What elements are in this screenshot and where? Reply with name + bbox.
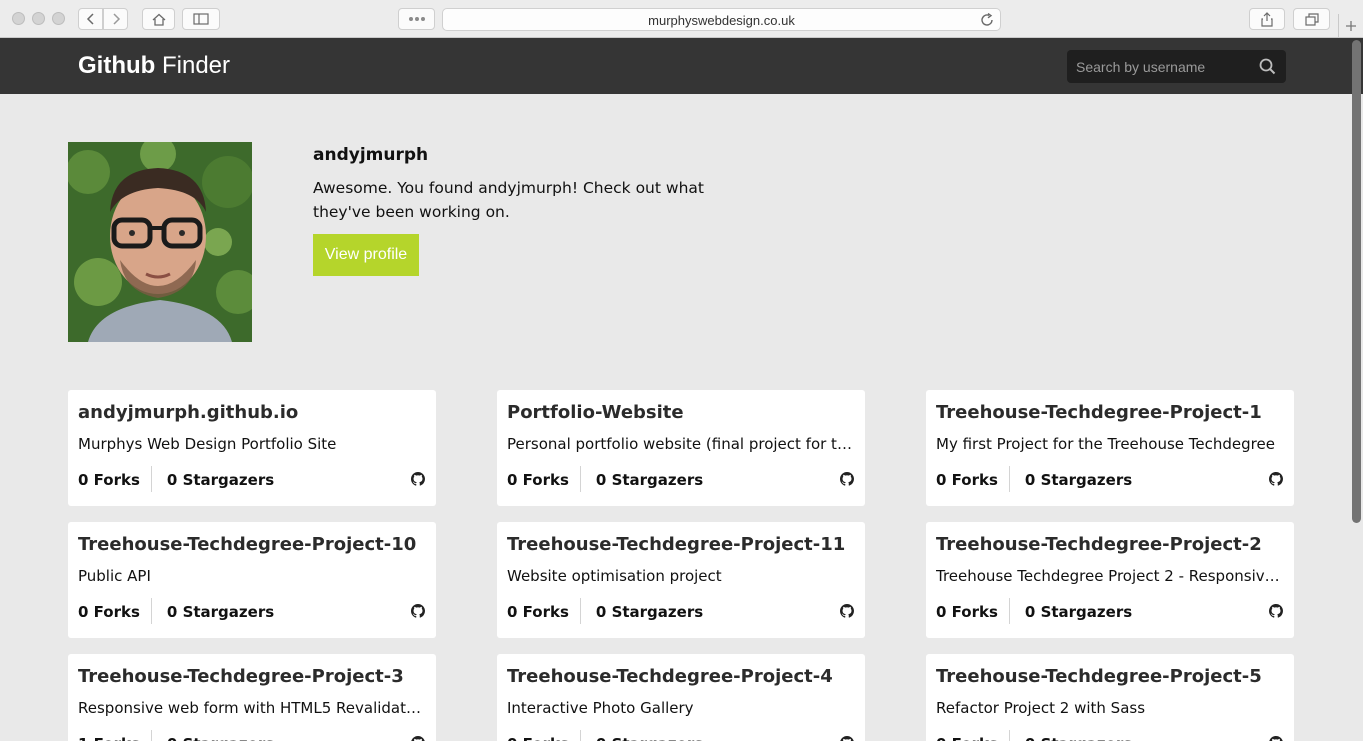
repo-stats: 0 Forks 0 Stargazers bbox=[936, 598, 1133, 624]
window-close-button[interactable] bbox=[12, 12, 25, 25]
brand-light: Finder bbox=[161, 52, 231, 79]
github-icon[interactable] bbox=[411, 735, 425, 741]
plus-icon bbox=[1345, 17, 1357, 36]
repo-name[interactable]: Treehouse-Techdegree-Project-5 bbox=[936, 666, 1262, 687]
repo-stargazers: 0 Stargazers bbox=[581, 735, 703, 741]
repo-stargazers: 0 Stargazers bbox=[152, 735, 274, 741]
repo-stargazers: 0 Stargazers bbox=[1024, 471, 1133, 489]
repo-stargazers: 0 Stargazers bbox=[166, 471, 275, 489]
repo-stats: 0 Forks0 Stargazers bbox=[936, 730, 1132, 741]
share-button[interactable] bbox=[1249, 8, 1285, 30]
repo-stats: 0 Forks 0 Stargazers bbox=[936, 466, 1133, 492]
brand-bold: Github bbox=[78, 52, 156, 79]
back-icon bbox=[86, 13, 96, 25]
repo-name[interactable]: Treehouse-Techdegree-Project-10 bbox=[78, 534, 416, 555]
repo-description: Personal portfolio website (final projec… bbox=[507, 435, 853, 453]
home-icon bbox=[152, 13, 166, 26]
repo-description: Treehouse Techdegree Project 2 - Respons… bbox=[936, 567, 1282, 585]
repo-description: Interactive Photo Gallery bbox=[507, 699, 694, 717]
repo-card[interactable]: Portfolio-Website Personal portfolio webs… bbox=[497, 390, 865, 506]
repo-forks: 0 Forks bbox=[507, 603, 569, 621]
repo-forks: 0 Forks bbox=[936, 471, 998, 489]
address-bar[interactable]: murphyswebdesign.co.uk bbox=[442, 8, 1001, 31]
repo-stats: 0 Forks 0 Stargazers bbox=[507, 598, 704, 624]
repo-card[interactable]: Treehouse-Techdegree-Project-1 My first P… bbox=[926, 390, 1294, 506]
sidebar-icon bbox=[193, 13, 209, 25]
reload-icon[interactable] bbox=[981, 12, 994, 31]
new-tab-button[interactable] bbox=[1338, 14, 1363, 38]
repo-forks: 0 Forks bbox=[936, 603, 998, 621]
repo-stargazers: 0 Stargazers bbox=[1010, 735, 1132, 741]
forward-button[interactable] bbox=[103, 8, 128, 30]
share-icon bbox=[1261, 11, 1273, 27]
repo-stats: 0 Forks 0 Stargazers bbox=[78, 466, 275, 492]
home-button[interactable] bbox=[142, 8, 175, 30]
repo-name[interactable]: Portfolio-Website bbox=[507, 402, 684, 423]
scrollbar[interactable] bbox=[1352, 40, 1361, 523]
repo-card[interactable]: Treehouse-Techdegree-Project-11 Website o… bbox=[497, 522, 865, 638]
back-button[interactable] bbox=[78, 8, 103, 30]
repo-stargazers: 0 Stargazers bbox=[595, 471, 704, 489]
repo-stargazers: 0 Stargazers bbox=[166, 603, 275, 621]
view-profile-button[interactable]: View profile bbox=[313, 234, 419, 276]
repo-name[interactable]: Treehouse-Techdegree-Project-4 bbox=[507, 666, 833, 687]
forward-icon bbox=[111, 13, 121, 25]
more-button[interactable] bbox=[398, 8, 435, 30]
profile-username: andyjmurph bbox=[313, 145, 429, 165]
repo-stats: 1 Forks0 Stargazers bbox=[78, 730, 274, 741]
repo-forks: 0 Forks bbox=[78, 603, 140, 621]
github-icon[interactable] bbox=[840, 735, 854, 741]
search-input[interactable] bbox=[1067, 50, 1252, 83]
repo-stats: 0 Forks0 Stargazers bbox=[507, 730, 703, 741]
github-icon[interactable] bbox=[411, 603, 425, 622]
browser-toolbar: murphyswebdesign.co.uk bbox=[0, 0, 1363, 38]
repo-stats: 0 Forks 0 Stargazers bbox=[78, 598, 275, 624]
github-icon[interactable] bbox=[1269, 735, 1283, 741]
repo-name[interactable]: Treehouse-Techdegree-Project-3 bbox=[78, 666, 404, 687]
repo-card[interactable]: Treehouse-Techdegree-Project-10 Public AP… bbox=[68, 522, 436, 638]
repo-name[interactable]: Treehouse-Techdegree-Project-1 bbox=[936, 402, 1262, 423]
repo-stats: 0 Forks 0 Stargazers bbox=[507, 466, 704, 492]
repo-name[interactable]: Treehouse-Techdegree-Project-2 bbox=[936, 534, 1262, 555]
repo-forks: 0 Forks bbox=[78, 471, 140, 489]
app-header: Github Finder bbox=[0, 38, 1363, 94]
search-icon[interactable] bbox=[1259, 58, 1276, 79]
repo-card[interactable]: Treehouse-Techdegree-Project-2 Treehouse … bbox=[926, 522, 1294, 638]
url-text: murphyswebdesign.co.uk bbox=[648, 13, 795, 28]
sidebar-button[interactable] bbox=[182, 8, 220, 30]
profile-bio: Awesome. You found andyjmurph! Check out… bbox=[313, 179, 704, 221]
repo-description: Website optimisation project bbox=[507, 567, 722, 585]
repo-description: My first Project for the Treehouse Techd… bbox=[936, 435, 1275, 453]
repo-stargazers: 0 Stargazers bbox=[1024, 603, 1133, 621]
repo-forks: 0 Forks bbox=[936, 735, 1009, 741]
github-icon[interactable] bbox=[840, 471, 854, 490]
repo-description: Public API bbox=[78, 567, 151, 585]
search-box bbox=[1067, 50, 1286, 83]
app-logo[interactable]: Github Finder bbox=[78, 52, 230, 80]
github-icon[interactable] bbox=[840, 603, 854, 622]
repo-forks: 1 Forks bbox=[78, 735, 151, 741]
repo-forks: 0 Forks bbox=[507, 735, 580, 741]
github-icon[interactable] bbox=[411, 471, 425, 490]
repo-card[interactable]: Treehouse-Techdegree-Project-4 Interactiv… bbox=[497, 654, 865, 741]
repo-card[interactable]: andyjmurph.github.io Murphys Web Design P… bbox=[68, 390, 436, 506]
repo-description: Murphys Web Design Portfolio Site bbox=[78, 435, 337, 453]
repo-description: Refactor Project 2 with Sass bbox=[936, 699, 1146, 717]
repo-card[interactable]: Treehouse-Techdegree-Project-3 Responsive… bbox=[68, 654, 436, 741]
repo-description: Responsive web form with HTML5 Revalidat… bbox=[78, 699, 424, 717]
repo-stargazers: 0 Stargazers bbox=[595, 603, 704, 621]
window-minimize-button[interactable] bbox=[32, 12, 45, 25]
tabs-button[interactable] bbox=[1293, 8, 1330, 30]
window-zoom-button[interactable] bbox=[52, 12, 65, 25]
repo-name[interactable]: Treehouse-Techdegree-Project-11 bbox=[507, 534, 845, 555]
repo-forks: 0 Forks bbox=[507, 471, 569, 489]
more-icon bbox=[407, 16, 427, 22]
avatar bbox=[68, 142, 252, 342]
repo-name[interactable]: andyjmurph.github.io bbox=[78, 402, 298, 423]
tabs-icon bbox=[1304, 12, 1319, 26]
repo-card[interactable]: Treehouse-Techdegree-Project-5 Refactor P… bbox=[926, 654, 1294, 741]
github-icon[interactable] bbox=[1269, 471, 1283, 490]
github-icon[interactable] bbox=[1269, 603, 1283, 622]
